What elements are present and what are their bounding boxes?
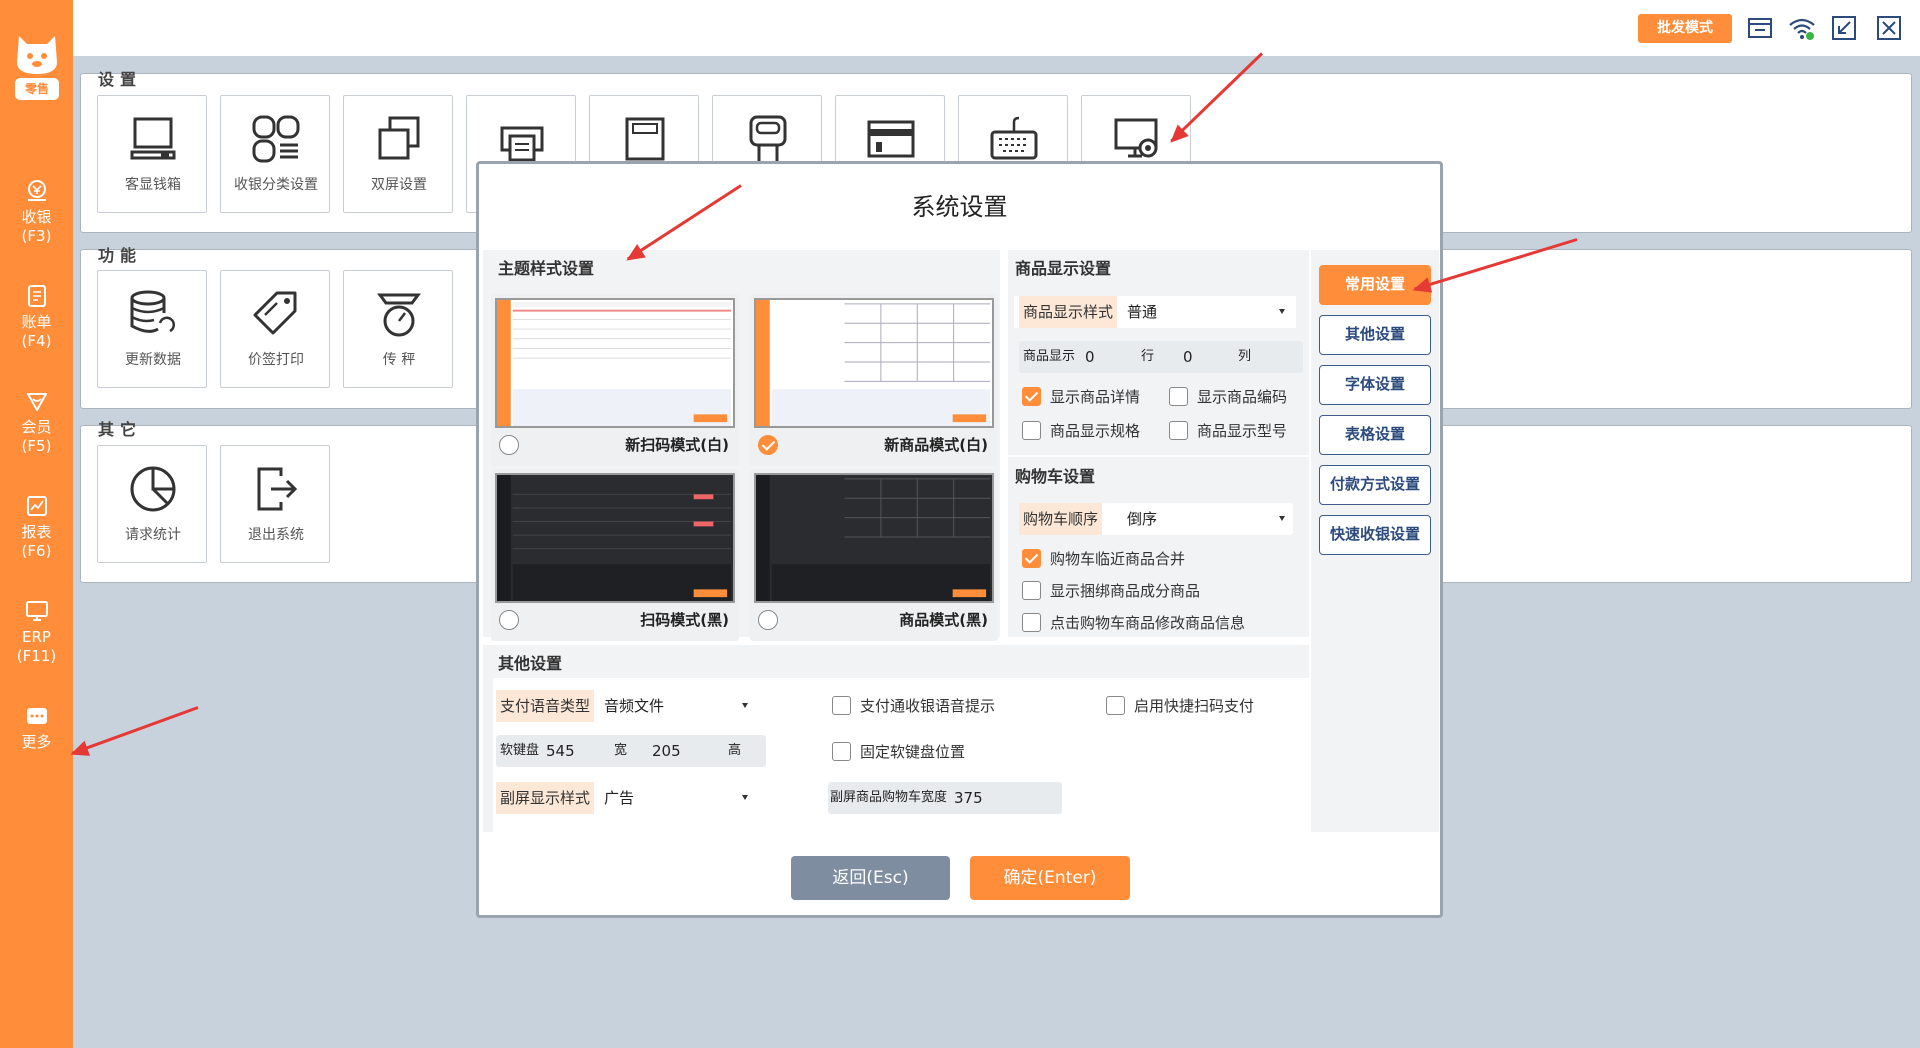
sidebar: 零售 收银 (F3) 账单 (F4) 会员 (F5) 报表 (F6) ERP (… <box>0 0 73 1048</box>
scale-device-icon <box>625 117 665 161</box>
cols-input[interactable]: 0 <box>1183 341 1193 373</box>
check-show-spec[interactable]: 商品显示规格 <box>1022 420 1140 442</box>
product-display-title: 商品显示设置 <box>1015 259 1112 278</box>
theme-preview-black-grid <box>754 473 994 603</box>
product-style-select[interactable]: 商品显示样式 普通 <box>1019 296 1293 328</box>
close-icon[interactable] <box>1875 14 1903 42</box>
keyboard-icon <box>990 116 1038 160</box>
dialog-title: 系统设置 <box>911 193 1008 221</box>
check-quick-scan-pay[interactable]: 启用快捷扫码支付 <box>1106 695 1254 717</box>
chevron-down-icon <box>742 703 748 708</box>
sidebar-item-members[interactable]: 会员 (F5) <box>0 388 73 456</box>
database-sync-icon <box>130 290 175 333</box>
logo-tag: 零售 <box>15 78 59 100</box>
theme-radio-product-black[interactable] <box>758 610 778 630</box>
keyboard-size-field: 软键盘 545 宽 205 高 <box>496 735 766 767</box>
keyboard-width-input[interactable]: 545 <box>546 735 575 767</box>
functions-panel-title: 功能 <box>98 246 143 265</box>
cart-order-select[interactable]: 购物车顺序 倒序 <box>1019 503 1293 535</box>
tile-category-settings[interactable]: 收银分类设置 <box>220 95 330 213</box>
more-icon <box>26 708 47 724</box>
checkout-icon <box>27 180 46 201</box>
batch-mode-button[interactable]: 批发模式 <box>1638 14 1732 43</box>
cart-section-title: 购物车设置 <box>1015 467 1096 486</box>
printer-icon <box>500 126 544 162</box>
cart-width-input[interactable]: 375 <box>954 782 983 814</box>
check-show-code[interactable]: 显示商品编码 <box>1169 386 1287 408</box>
check-fixed-keyboard[interactable]: 固定软键盘位置 <box>832 741 965 763</box>
other-settings-title: 其他设置 <box>498 654 563 673</box>
product-grid-field: 商品显示 0 行 0 列 <box>1019 341 1303 373</box>
sidebar-item-more[interactable]: 更多 <box>0 703 73 752</box>
theme-preview-white-grid <box>754 298 994 428</box>
theme-preview-black <box>495 473 735 603</box>
tile-dual-screen[interactable]: 双屏设置 <box>343 95 453 213</box>
tile-exit-system[interactable]: 退出系统 <box>220 445 330 563</box>
pie-chart-icon <box>130 466 176 512</box>
chevron-down-icon <box>1279 309 1285 314</box>
theme-card-product-black[interactable]: 商品模式(黑) <box>750 469 998 641</box>
system-settings-icon <box>1114 118 1158 158</box>
sidebar-item-erp[interactable]: ERP (F11) <box>0 598 73 666</box>
cash-drawer-icon <box>130 117 176 160</box>
tile-label-print[interactable]: 价签打印 <box>220 270 330 388</box>
sidebar-item-reports[interactable]: 报表 (F6) <box>0 493 73 561</box>
chevron-down-icon <box>1279 516 1285 521</box>
theme-radio-product-white[interactable] <box>758 435 778 455</box>
store-icon[interactable] <box>1746 14 1774 42</box>
tile-update-data[interactable]: 更新数据 <box>97 270 207 388</box>
sub-screen-style-select[interactable]: 副屏显示样式 广告 <box>496 782 756 814</box>
check-edit-on-click[interactable]: 点击购物车商品修改商品信息 <box>1022 612 1245 634</box>
minimize-icon[interactable] <box>1830 14 1858 42</box>
tile-request-stats[interactable]: 请求统计 <box>97 445 207 563</box>
theme-preview-white <box>495 298 735 428</box>
bear-logo-icon <box>17 36 57 74</box>
pos-terminal-icon <box>749 115 787 161</box>
report-icon <box>26 496 47 516</box>
voice-type-select[interactable]: 支付语音类型 音频文件 <box>496 690 756 722</box>
category-grid-icon <box>252 115 300 163</box>
rows-input[interactable]: 0 <box>1085 341 1095 373</box>
tab-other-settings[interactable]: 其他设置 <box>1319 315 1431 355</box>
app-logo: 零售 <box>13 32 61 104</box>
wifi-icon[interactable] <box>1788 14 1816 42</box>
dual-screen-icon <box>378 116 420 160</box>
bill-icon <box>27 285 46 307</box>
tab-table-settings[interactable]: 表格设置 <box>1319 415 1431 455</box>
theme-card-product-white[interactable]: 新商品模式(白) <box>750 294 998 466</box>
settings-panel-title: 设置 <box>98 70 143 89</box>
keyboard-height-input[interactable]: 205 <box>652 735 681 767</box>
price-tag-icon <box>253 291 297 335</box>
cart-width-field: 副屏商品购物车宽度 375 <box>828 782 1062 814</box>
sidebar-item-checkout[interactable]: 收银 (F3) <box>0 178 73 246</box>
tab-payment-settings[interactable]: 付款方式设置 <box>1319 465 1431 505</box>
annotation-arrow <box>71 706 199 755</box>
check-show-model[interactable]: 商品显示型号 <box>1169 420 1287 442</box>
chevron-down-icon <box>742 795 748 800</box>
check-show-bundle[interactable]: 显示捆绑商品成分商品 <box>1022 580 1200 602</box>
tab-quick-checkout-settings[interactable]: 快速收银设置 <box>1319 515 1431 555</box>
sidebar-item-bills[interactable]: 账单 (F4) <box>0 283 73 351</box>
theme-section-title: 主题样式设置 <box>498 259 595 278</box>
member-icon <box>26 393 47 411</box>
others-panel-title: 其它 <box>98 420 143 439</box>
weighing-scale-icon <box>377 293 421 337</box>
theme-radio-scan-black[interactable] <box>499 610 519 630</box>
back-button[interactable]: 返回(Esc) <box>791 856 950 900</box>
tile-transfer-scale[interactable]: 传 秤 <box>343 270 453 388</box>
check-merge-adjacent[interactable]: 购物车临近商品合并 <box>1022 548 1185 570</box>
card-reader-icon <box>867 120 915 158</box>
tile-customer-display[interactable]: 客显钱箱 <box>97 95 207 213</box>
check-show-detail[interactable]: 显示商品详情 <box>1022 386 1140 408</box>
confirm-button[interactable]: 确定(Enter) <box>970 856 1130 900</box>
monitor-icon <box>25 601 48 621</box>
check-voice-prompt[interactable]: 支付通收银语音提示 <box>832 695 995 717</box>
tab-font-settings[interactable]: 字体设置 <box>1319 365 1431 405</box>
theme-radio-scan-white[interactable] <box>499 435 519 455</box>
exit-icon <box>257 467 298 511</box>
theme-card-scan-black[interactable]: 扫码模式(黑) <box>491 469 739 641</box>
theme-card-scan-white[interactable]: 新扫码模式(白) <box>491 294 739 466</box>
